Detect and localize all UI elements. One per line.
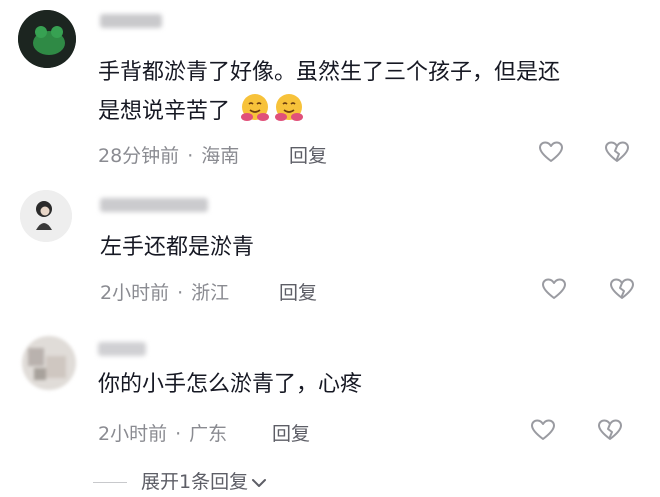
avatar[interactable] (22, 336, 76, 390)
comment-location: 海南 (201, 145, 240, 167)
hugging-face-emoji (241, 94, 270, 121)
comment-location: 广东 (189, 423, 228, 445)
heart-outline-icon[interactable] (538, 140, 564, 164)
divider-line (93, 482, 127, 483)
comment-text-line: 是想说辛苦了 (98, 99, 231, 124)
heart-outline-icon[interactable] (541, 277, 567, 301)
expand-replies-label: 展开1条回复 (141, 471, 249, 493)
comment-time: 2小时前 (98, 423, 168, 445)
avatar[interactable] (18, 10, 76, 68)
reply-button[interactable]: 回复 (289, 141, 327, 168)
heart-outline-icon[interactable] (530, 418, 556, 442)
reply-button[interactable]: 回复 (279, 278, 317, 305)
username[interactable] (100, 14, 162, 28)
avatar[interactable] (20, 190, 72, 242)
comment-text: 是想说辛苦了 (98, 92, 305, 131)
comment-time: 2小时前 (100, 282, 170, 304)
comment-text-line: 手背都淤青了好像。虽然生了三个孩子，但是还 (98, 60, 561, 85)
comment-meta: 2小时前 · 广东 (98, 419, 227, 446)
comment-text: 你的小手怎么淤青了，心疼 (98, 372, 363, 397)
meta-separator: · (177, 282, 184, 304)
hugging-face-emoji (275, 94, 304, 121)
comment-time: 28分钟前 (98, 145, 180, 167)
broken-heart-icon[interactable] (609, 277, 635, 301)
broken-heart-icon[interactable] (604, 140, 630, 164)
reply-button[interactable]: 回复 (272, 419, 310, 446)
comment-text: 左手还都是淤青 (100, 235, 255, 260)
username[interactable] (100, 198, 208, 212)
meta-separator: · (187, 145, 194, 167)
comment-text: 手背都淤青了好像。虽然生了三个孩子，但是还 (98, 54, 560, 92)
meta-separator: · (175, 423, 182, 445)
comment-meta: 28分钟前 · 海南 (98, 141, 239, 168)
chevron-down-icon (252, 478, 267, 487)
comment-meta: 2小时前 · 浙江 (100, 278, 229, 305)
expand-replies-button[interactable]: 展开1条回复 (93, 467, 268, 494)
broken-heart-icon[interactable] (597, 418, 623, 442)
comment-location: 浙江 (191, 282, 230, 304)
username[interactable] (98, 342, 146, 356)
